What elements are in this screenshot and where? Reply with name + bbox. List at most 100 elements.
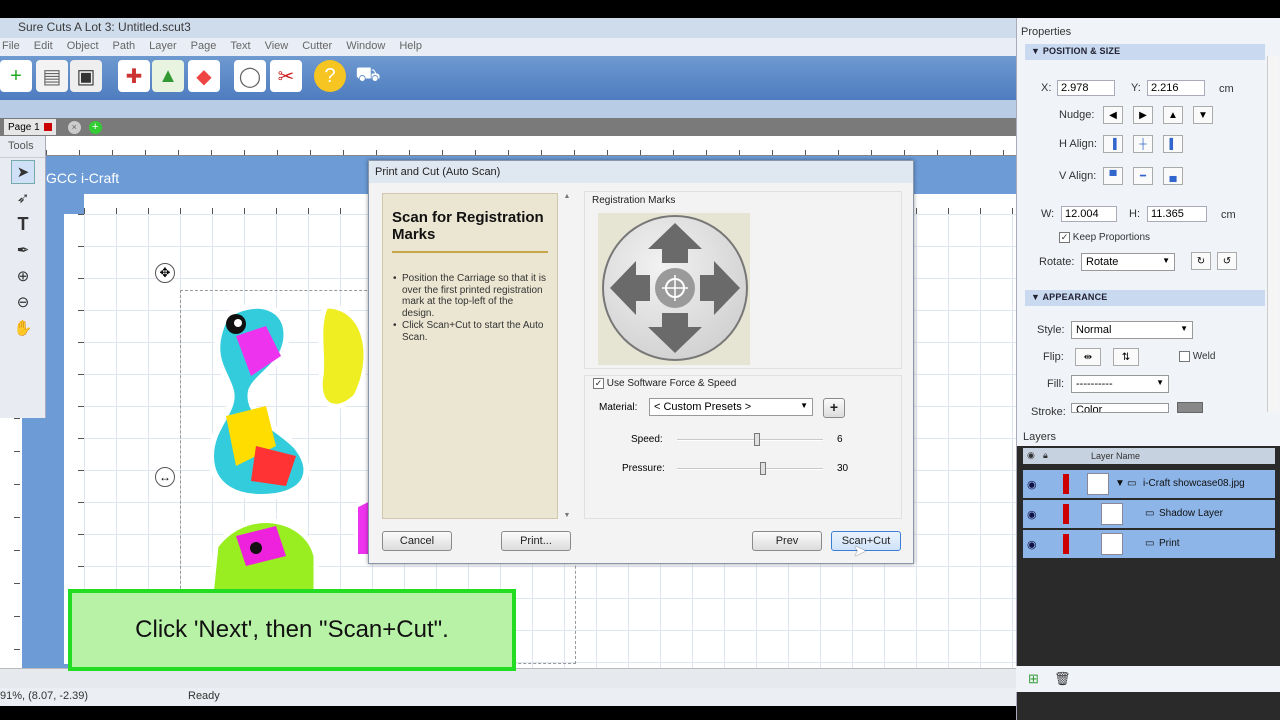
use-software-force-row[interactable]: ✓ Use Software Force & Speed <box>593 378 736 389</box>
shopping-cart-icon[interactable]: ⛟ <box>352 60 384 92</box>
cancel-button[interactable]: Cancel <box>382 531 452 551</box>
heading-underline <box>392 251 548 253</box>
flip-horizontal-icon[interactable]: ⇹ <box>1075 348 1101 366</box>
speed-slider[interactable] <box>677 433 823 446</box>
save-icon[interactable]: ▣ <box>70 60 102 92</box>
delete-layer-icon[interactable]: 🗑︎ <box>1054 671 1071 687</box>
layer-color-swatch[interactable] <box>1063 534 1069 554</box>
open-folder-icon[interactable]: ▤ <box>36 60 68 92</box>
y-input[interactable]: 2.216 <box>1147 80 1205 96</box>
help-icon[interactable]: ? <box>314 60 346 92</box>
visibility-eye-icon[interactable]: ◉ <box>1027 538 1037 551</box>
align-middle-icon[interactable]: ━ <box>1133 167 1153 185</box>
zoom-out-icon[interactable]: ⊖ <box>11 290 35 314</box>
menu-path[interactable]: Path <box>111 38 136 56</box>
pressure-slider[interactable] <box>677 462 823 475</box>
align-top-icon[interactable]: ▀ <box>1103 167 1123 185</box>
prev-button[interactable]: Prev <box>752 531 822 551</box>
add-material-button[interactable]: + <box>823 398 845 418</box>
layer-row[interactable]: ◉ ▭ Print <box>1023 530 1275 558</box>
instructions-scrollbar[interactable]: ▲ ▼ <box>561 193 573 519</box>
layer-color-swatch[interactable] <box>1063 504 1069 524</box>
horizontal-scrollbar[interactable] <box>0 668 1016 688</box>
text-tool-icon[interactable]: T <box>11 212 35 236</box>
style-select[interactable]: Normal ▼ <box>1071 321 1193 339</box>
nudge-up-icon[interactable]: ▲ <box>1163 106 1183 124</box>
menu-window[interactable]: Window <box>344 38 385 56</box>
move-left-icon[interactable] <box>610 261 650 315</box>
shapes-library-icon[interactable]: ◆ <box>188 60 220 92</box>
move-handle-icon[interactable]: ✥ <box>155 263 175 283</box>
menu-cutter[interactable]: Cutter <box>300 38 332 56</box>
rotate-cw-icon[interactable]: ↻ <box>1191 252 1211 270</box>
stroke-color-swatch[interactable] <box>1177 402 1203 413</box>
menu-edit[interactable]: Edit <box>32 38 53 56</box>
weld-checkbox[interactable] <box>1179 351 1190 362</box>
menu-page[interactable]: Page <box>189 38 217 56</box>
menu-help[interactable]: Help <box>397 38 422 56</box>
keep-proportions-row[interactable]: ✓ Keep Proportions <box>1059 232 1150 243</box>
align-center-icon[interactable]: ┼ <box>1133 135 1153 153</box>
expand-arrow-icon[interactable]: ▼ <box>1115 478 1125 489</box>
layer-name[interactable]: Print <box>1159 538 1180 549</box>
new-document-icon[interactable]: + <box>0 60 32 92</box>
tab-page-1[interactable]: Page 1 <box>4 119 56 135</box>
close-page-icon[interactable]: × <box>67 120 81 134</box>
fill-select[interactable]: ---------- ▼ <box>1071 375 1169 393</box>
nudge-down-icon[interactable]: ▼ <box>1193 106 1213 124</box>
visibility-eye-icon[interactable]: ◉ <box>1027 508 1037 521</box>
layer-color-swatch[interactable] <box>1063 474 1069 494</box>
w-input[interactable]: 12.004 <box>1061 206 1117 222</box>
print-button[interactable]: Print... <box>501 531 571 551</box>
stroke-select[interactable]: Color <box>1071 403 1169 413</box>
visibility-eye-icon[interactable]: ◉ <box>1027 478 1037 491</box>
move-down-icon[interactable] <box>648 313 702 353</box>
add-layer-icon[interactable]: ⊞ <box>1028 671 1039 687</box>
chevron-down-icon: ▼ <box>1162 256 1170 265</box>
layer-name[interactable]: i-Craft showcase08.jpg <box>1143 478 1245 489</box>
hand-pan-icon[interactable]: ✋ <box>11 316 35 340</box>
align-bottom-icon[interactable]: ▄ <box>1163 167 1183 185</box>
zoom-in-icon[interactable]: ⊕ <box>11 264 35 288</box>
design-artwork[interactable] <box>196 296 376 596</box>
resize-handle-icon[interactable]: ↔ <box>155 467 175 487</box>
layer-row[interactable]: ◉ ▭ Shadow Layer <box>1023 500 1275 528</box>
move-right-icon[interactable] <box>700 261 740 315</box>
rotate-select[interactable]: Rotate ▼ <box>1081 253 1175 271</box>
rotate-ccw-icon[interactable]: ↺ <box>1217 252 1237 270</box>
use-software-force-checkbox[interactable]: ✓ <box>593 378 604 389</box>
material-select[interactable]: < Custom Presets > ▼ <box>649 398 813 416</box>
flip-vertical-icon[interactable]: ⇅ <box>1113 348 1139 366</box>
pressure-slider-thumb[interactable] <box>760 462 767 475</box>
import-image-icon[interactable]: ▲ <box>152 60 184 92</box>
menu-view[interactable]: View <box>263 38 289 56</box>
layer-row[interactable]: ◉ ▼ ▭ i-Craft showcase08.jpg <box>1023 470 1275 498</box>
add-page-icon[interactable]: + <box>88 120 102 134</box>
menu-layer[interactable]: Layer <box>147 38 177 56</box>
weld-row[interactable]: Weld <box>1179 351 1215 362</box>
menu-text[interactable]: Text <box>228 38 250 56</box>
h-input[interactable]: 11.365 <box>1147 206 1207 222</box>
nudge-left-icon[interactable]: ◀ <box>1103 106 1123 124</box>
print-preview-icon[interactable]: ◯ <box>234 60 266 92</box>
layer-name[interactable]: Shadow Layer <box>1159 508 1223 519</box>
speed-slider-thumb[interactable] <box>754 433 761 446</box>
node-edit-icon[interactable]: ➶ <box>11 186 35 210</box>
select-arrow-icon[interactable]: ➤ <box>11 160 35 184</box>
appearance-section[interactable]: ▼ APPEARANCE <box>1025 290 1265 306</box>
properties-scrollbar[interactable] <box>1267 56 1279 412</box>
keep-proportions-checkbox[interactable]: ✓ <box>1059 232 1070 243</box>
align-right-icon[interactable]: ▌ <box>1163 135 1183 153</box>
align-left-icon[interactable]: ▐ <box>1103 135 1123 153</box>
cut-scissors-icon[interactable]: ✂ <box>270 60 302 92</box>
x-input[interactable]: 2.978 <box>1057 80 1115 96</box>
menu-file[interactable]: File <box>0 38 20 56</box>
menu-object[interactable]: Object <box>65 38 99 56</box>
position-size-section[interactable]: ▼ POSITION & SIZE <box>1025 44 1265 60</box>
nudge-right-icon[interactable]: ▶ <box>1133 106 1153 124</box>
scroll-up-icon[interactable]: ▲ <box>561 193 573 200</box>
import-svg-icon[interactable]: ✚ <box>118 60 150 92</box>
move-up-icon[interactable] <box>648 223 702 263</box>
pen-tool-icon[interactable]: ✒ <box>11 238 35 262</box>
scroll-down-icon[interactable]: ▼ <box>561 512 573 519</box>
